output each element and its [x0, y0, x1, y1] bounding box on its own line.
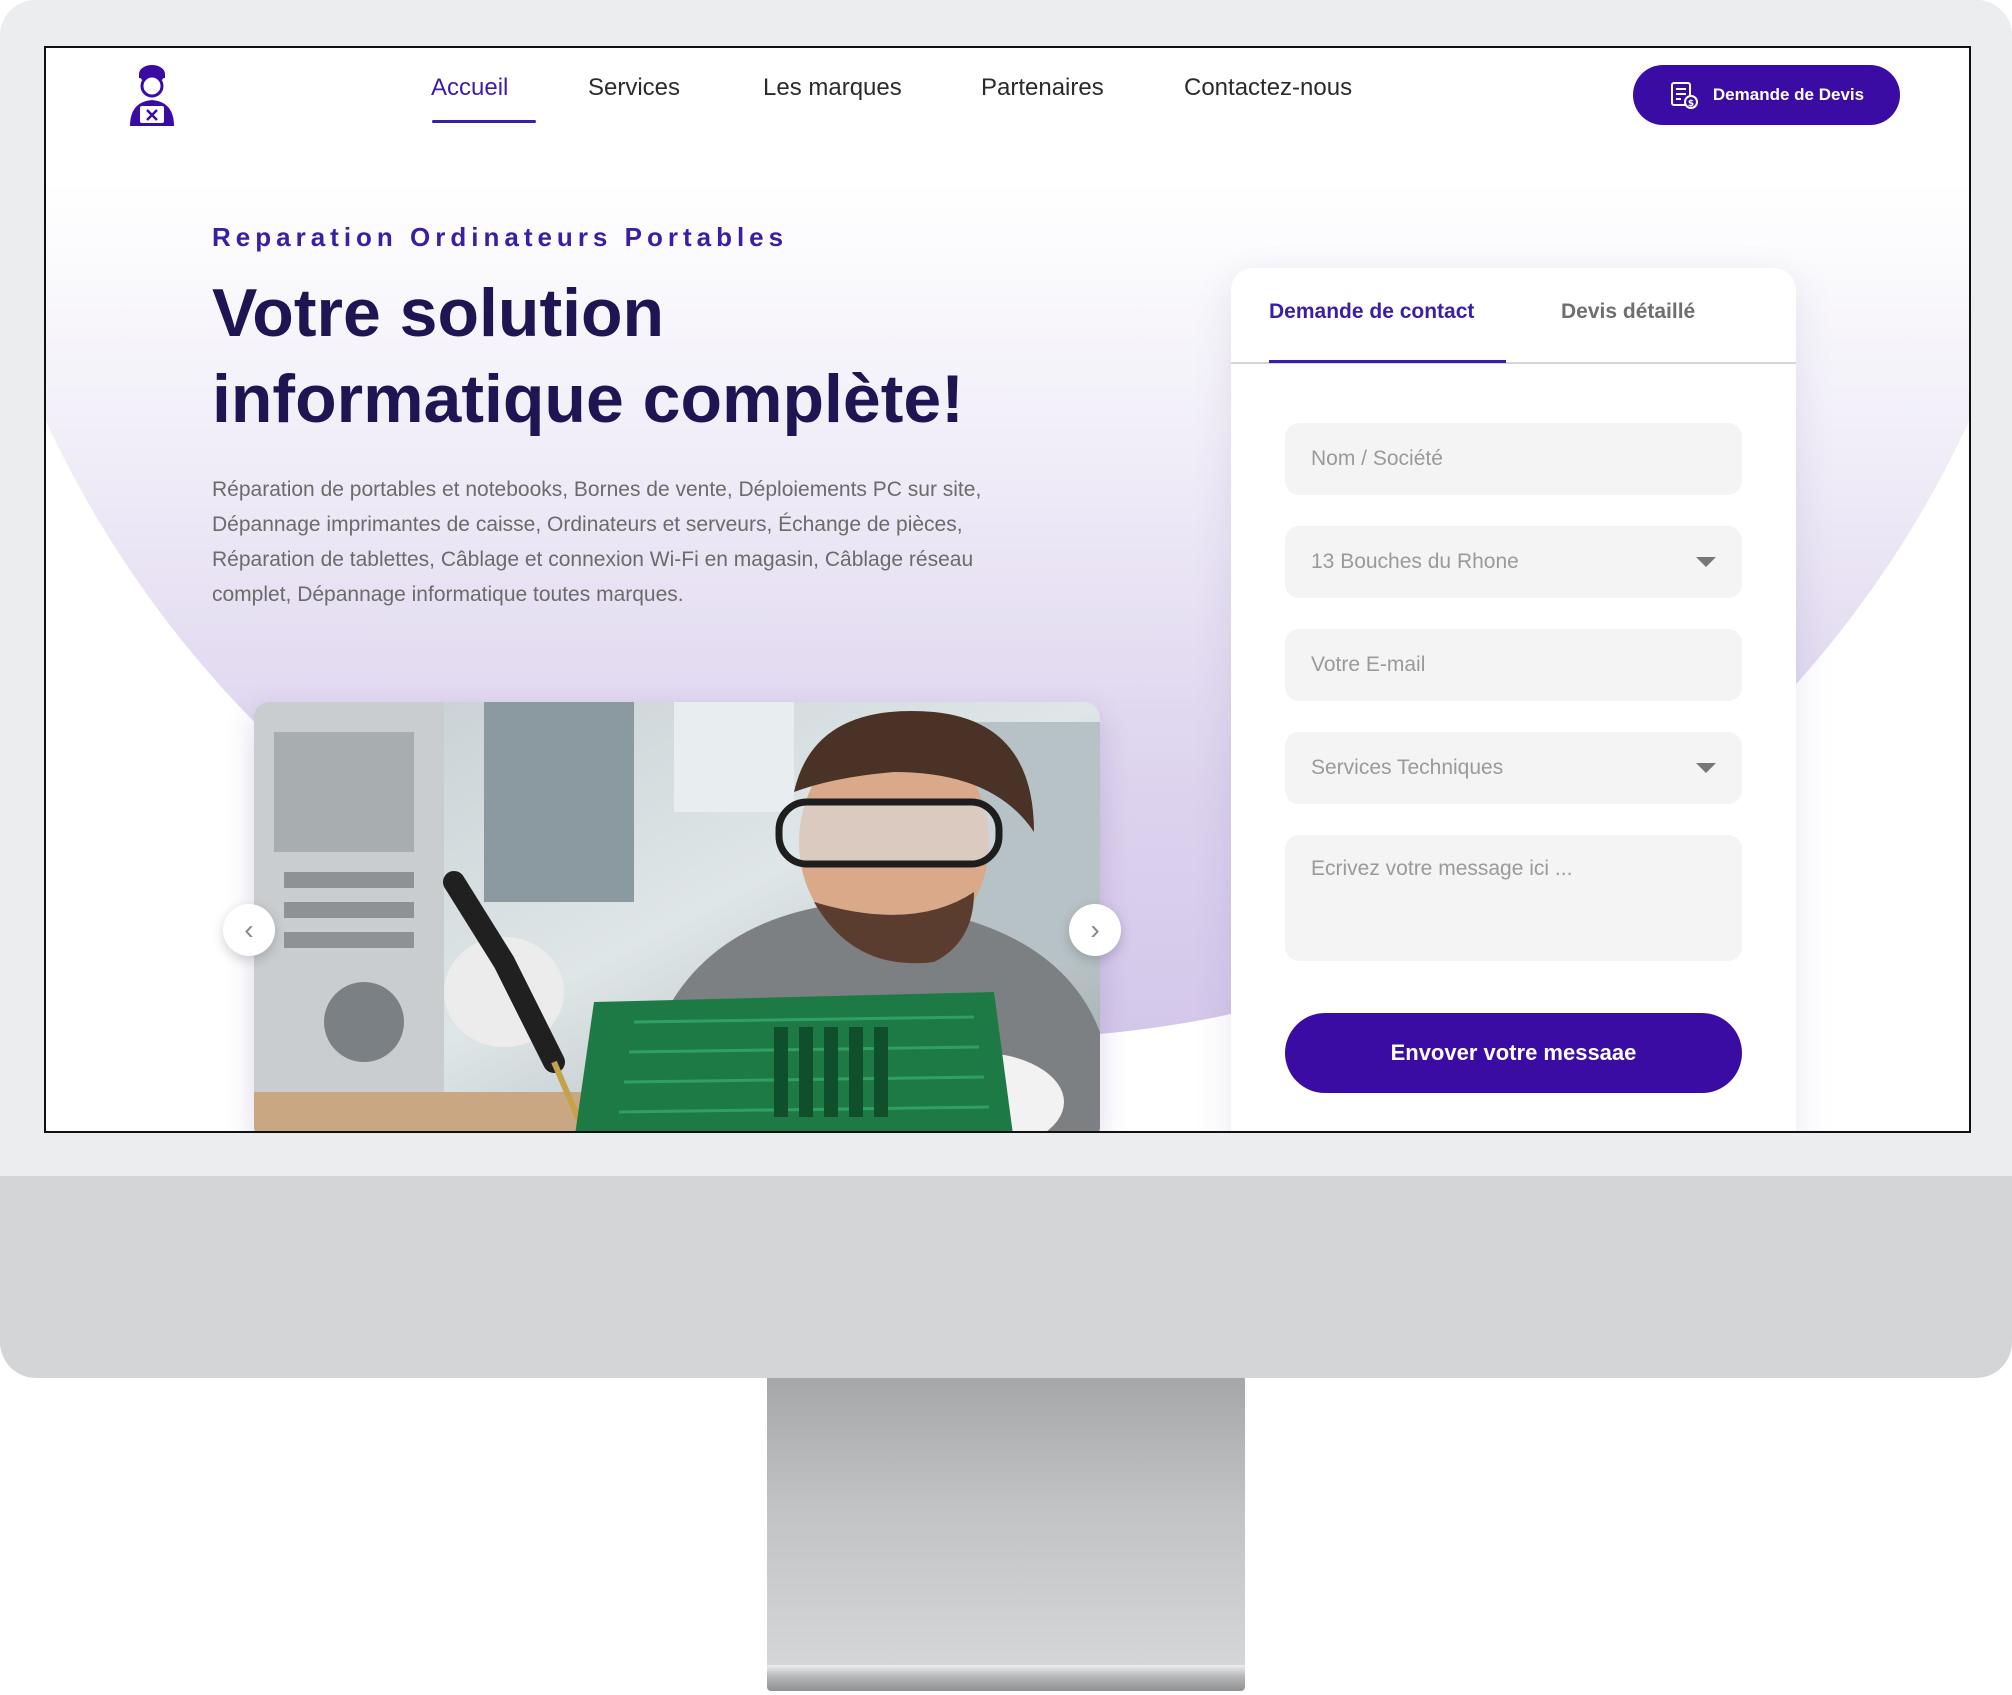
nav-active-indicator [432, 120, 536, 123]
tab-demande-de-contact[interactable]: Demande de contact [1269, 300, 1474, 324]
hero-eyebrow: Reparation Ordinateurs Portables [212, 222, 789, 252]
monitor-stand-base [767, 1665, 1245, 1691]
chevron-right-icon: › [1090, 914, 1100, 945]
send-message-button[interactable]: Envover votre messaae [1285, 1013, 1742, 1093]
message-textarea[interactable] [1285, 835, 1742, 961]
quote-request-button[interactable]: $ Demande de Devis [1633, 65, 1900, 125]
region-select-value: 13 Bouches du Rhone [1311, 550, 1519, 573]
region-select[interactable]: 13 Bouches du Rhone [1285, 526, 1742, 598]
carousel-prev-button[interactable]: ‹ [223, 904, 275, 956]
invoice-icon: $ [1670, 82, 1698, 109]
technician-logo-icon[interactable] [126, 64, 178, 130]
service-select-value: Services Techniques [1311, 756, 1504, 779]
technician-soldering-image [254, 702, 1100, 1131]
service-select[interactable]: Services Techniques [1285, 732, 1742, 804]
nav-item-contactez-nous[interactable]: Contactez-nous [1184, 74, 1352, 102]
caret-down-icon [1696, 557, 1716, 567]
chevron-left-icon: ‹ [244, 914, 254, 945]
quote-request-label: Demande de Devis [1712, 85, 1865, 104]
nav-item-accueil[interactable]: Accueil [431, 74, 508, 102]
hero-title-line-2: informatique complète! [212, 361, 964, 437]
svg-text:$: $ [1688, 99, 1694, 109]
carousel-next-button[interactable]: › [1069, 904, 1121, 956]
website-screen: Accueil Services Les marques Partenaires… [44, 46, 1971, 1133]
name-company-input[interactable] [1285, 423, 1742, 495]
active-tab-indicator [1269, 360, 1506, 363]
nav-item-services[interactable]: Services [588, 74, 680, 102]
contact-form-card: Demande de contact Devis détaillé 13 Bou… [1231, 268, 1796, 1131]
tab-devis-detaille[interactable]: Devis détaillé [1561, 300, 1695, 324]
carousel-photo [254, 702, 1100, 1131]
hero-title-line-1: Votre solution [212, 275, 665, 351]
nav-item-partenaires[interactable]: Partenaires [981, 74, 1104, 102]
nav-item-les-marques[interactable]: Les marques [763, 74, 902, 102]
hero-description: Réparation de portables et notebooks, Bo… [212, 478, 982, 606]
caret-down-icon [1696, 763, 1716, 773]
email-input[interactable] [1285, 629, 1742, 701]
hero-title: Votre solution informatique complète! [212, 270, 1112, 442]
monitor-stand [767, 1378, 1245, 1673]
